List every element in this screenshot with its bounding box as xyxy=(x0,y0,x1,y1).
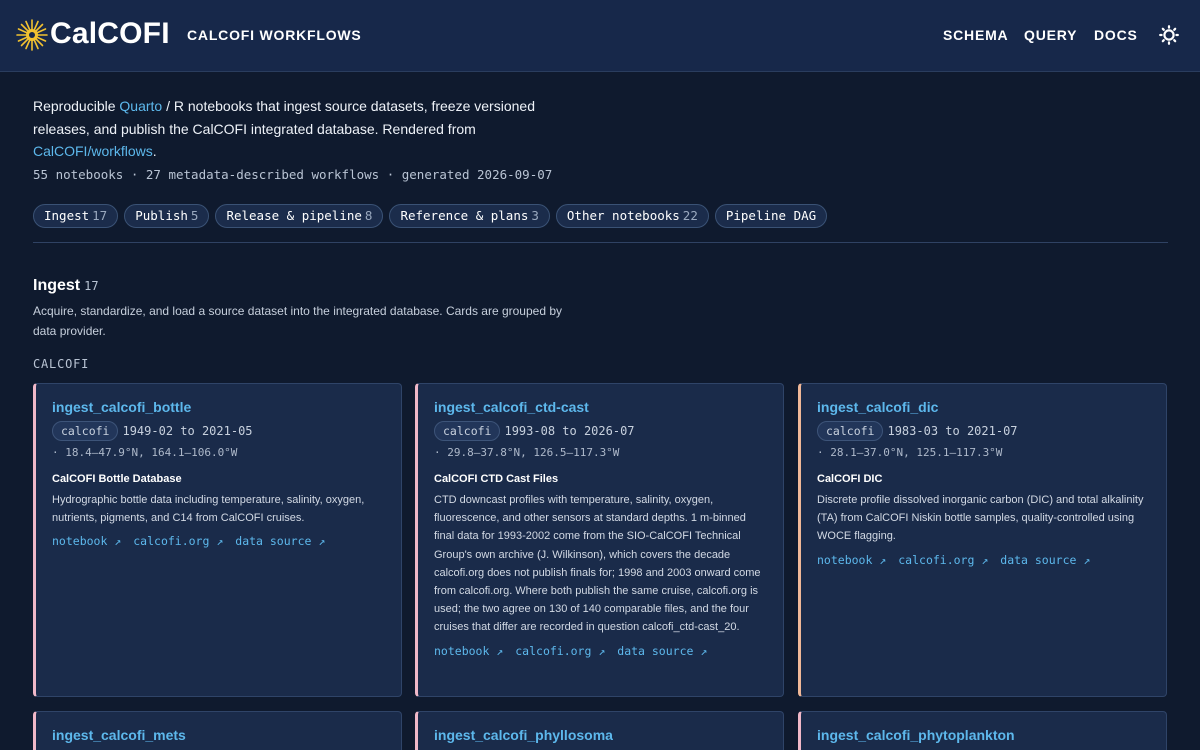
intro-paragraph: Reproducible Quarto / R notebooks that i… xyxy=(33,95,573,163)
date-range: 1983-03 to 2021-07 xyxy=(887,424,1018,438)
chip-reference-plans[interactable]: Reference & plans 3 xyxy=(389,204,550,228)
chip-label: Pipeline DAG xyxy=(725,208,817,223)
dataset-name: CalCOFI Bottle Database xyxy=(52,473,182,485)
coordinate-range: · 28.1–37.0°N, 125.1–117.3°W xyxy=(817,446,1003,459)
workflow-card: ingest_calcofi_ctd-cast calcofi 1993-08 t… xyxy=(415,383,784,697)
section-description: Acquire, standardize, and load a source … xyxy=(33,304,563,338)
workflow-card: ingest_calcofi_phytoplankton xyxy=(798,711,1167,750)
nav-docs-link[interactable]: DOCS xyxy=(1094,26,1138,44)
dataset-name: CalCOFI DIC xyxy=(817,473,883,485)
calcofi-site-link[interactable]: calcofi.org ↗ xyxy=(515,644,605,658)
card-title-link[interactable]: ingest_calcofi_dic xyxy=(817,397,938,417)
section-divider xyxy=(33,242,1168,243)
chip-count: 8 xyxy=(364,208,373,223)
dataset-description: CTD downcast profiles with temperature, … xyxy=(434,494,761,634)
calcofi-site-link[interactable]: calcofi.org ↗ xyxy=(898,553,988,567)
nav-query-link[interactable]: QUERY xyxy=(1024,26,1077,44)
notebook-link[interactable]: notebook ↗ xyxy=(52,534,121,548)
quarto-link[interactable]: Quarto xyxy=(119,98,162,114)
workflow-card: ingest_calcofi_phyllosoma xyxy=(415,711,784,750)
chip-label: Release & pipeline xyxy=(226,208,362,223)
coordinate-range: · 29.8–37.8°N, 126.5–117.3°W xyxy=(434,446,620,459)
chip-pipeline-dag[interactable]: Pipeline DAG xyxy=(714,204,828,228)
group-label: CALCOFI xyxy=(33,357,90,371)
data-source-link[interactable]: data source ↗ xyxy=(1000,553,1090,567)
workflows-repo-link[interactable]: CalCOFI/workflows xyxy=(33,143,153,159)
data-source-link[interactable]: data source ↗ xyxy=(617,644,707,658)
dataset-name: CalCOFI CTD Cast Files xyxy=(434,473,559,485)
provider-tag: calcofi xyxy=(434,421,501,441)
card-title-link[interactable]: ingest_calcofi_bottle xyxy=(52,397,191,417)
provider-tag: calcofi xyxy=(817,421,884,441)
stats-line: 55 notebooks · 27 metadata-described wor… xyxy=(33,167,553,182)
intro-text: . xyxy=(152,143,157,159)
workflow-card: ingest_calcofi_dic calcofi 1983-03 to 202… xyxy=(798,383,1167,697)
calcofi-site-link[interactable]: calcofi.org ↗ xyxy=(133,534,223,548)
card-title-link[interactable]: ingest_calcofi_phyllosoma xyxy=(434,725,613,745)
calcofi-logo-icon[interactable] xyxy=(16,16,48,54)
dataset-description: Hydrographic bottle data including tempe… xyxy=(52,494,365,525)
site-subtitle[interactable]: CALCOFI WORKFLOWS xyxy=(187,26,362,44)
card-links: notebook ↗ calcofi.org ↗ data source ↗ xyxy=(817,552,1150,568)
top-navigation-bar: CalCOFI CALCOFI WORKFLOWS SCHEMA QUERY D… xyxy=(0,0,1200,72)
chip-release-pipeline[interactable]: Release & pipeline 8 xyxy=(215,204,384,228)
date-range: 1993-08 to 2026-07 xyxy=(504,424,635,438)
card-meta: calcofi 1949-02 to 2021-05 xyxy=(52,421,385,441)
chip-label: Reference & plans xyxy=(400,208,529,223)
coordinate-range: · 18.4–47.9°N, 164.1–106.0°W xyxy=(52,446,238,459)
workflow-card: ingest_calcofi_bottle calcofi 1949-02 to … xyxy=(33,383,402,697)
card-title-link[interactable]: ingest_calcofi_phytoplankton xyxy=(817,725,1015,745)
chip-count: 5 xyxy=(190,208,199,223)
chip-count: 3 xyxy=(531,208,539,223)
notebook-link[interactable]: notebook ↗ xyxy=(817,553,886,567)
chip-ingest[interactable]: Ingest 17 xyxy=(33,204,119,228)
card-title-link[interactable]: ingest_calcofi_mets xyxy=(52,725,186,745)
workflow-card: ingest_calcofi_mets xyxy=(33,711,402,750)
section-count: 17 xyxy=(84,279,99,293)
date-range: 1949-02 to 2021-05 xyxy=(122,424,253,438)
data-source-link[interactable]: data source ↗ xyxy=(235,534,325,548)
intro-text: Reproducible xyxy=(33,98,120,114)
section-chips: Ingest 17 Publish 5 Release & pipeline 8 Re… xyxy=(33,204,828,228)
chip-label: Other notebooks xyxy=(566,208,680,223)
dataset-description: Discrete profile dissolved inorganic car… xyxy=(817,494,1144,543)
theme-toggle-sun-icon[interactable] xyxy=(1159,25,1179,45)
section-title-text: Ingest xyxy=(33,277,81,294)
card-title-link[interactable]: ingest_calcofi_ctd-cast xyxy=(434,397,589,417)
chip-label: Ingest xyxy=(44,208,90,223)
chip-other-notebooks[interactable]: Other notebooks 22 xyxy=(555,204,709,228)
chip-count: 22 xyxy=(682,208,698,223)
chip-label: Publish xyxy=(135,208,188,223)
chip-publish[interactable]: Publish 5 xyxy=(124,204,210,228)
card-meta: calcofi 1993-08 to 2026-07 xyxy=(434,421,767,441)
section-title: Ingest 17 xyxy=(33,276,99,296)
card-links: notebook ↗ calcofi.org ↗ data source ↗ xyxy=(52,533,385,549)
card-links: notebook ↗ calcofi.org ↗ data source ↗ xyxy=(434,643,767,659)
provider-tag: calcofi xyxy=(52,421,119,441)
chip-count: 17 xyxy=(92,208,108,223)
brand-name[interactable]: CalCOFI xyxy=(50,14,170,54)
notebook-link[interactable]: notebook ↗ xyxy=(434,644,503,658)
nav-schema-link[interactable]: SCHEMA xyxy=(943,26,1008,44)
card-meta: calcofi 1983-03 to 2021-07 xyxy=(817,421,1150,441)
